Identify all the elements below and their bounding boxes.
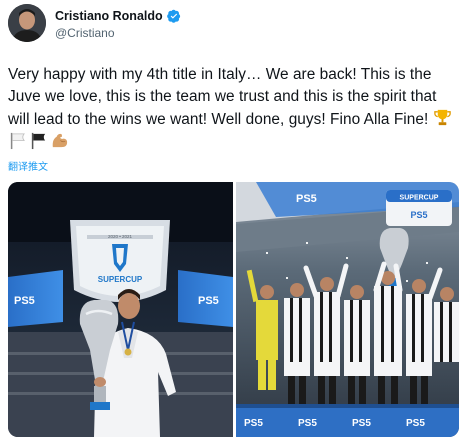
ps5-board-1: PS5 xyxy=(244,418,263,429)
ps5-logo-right: PS5 xyxy=(198,295,219,307)
right-board-supercup: SUPERCUP xyxy=(400,195,439,202)
avatar-icon xyxy=(8,4,46,42)
trophy-icon xyxy=(433,109,451,126)
author-handle[interactable]: @Cristiano xyxy=(55,26,115,40)
tweet-text: Very happy with my 4th title in Italy… W… xyxy=(8,64,460,154)
tweet-photo-ronaldo-trophy[interactable]: 2020 • 2021 SUPERCUP PS5 PS5 xyxy=(8,182,233,437)
board-supercup: SUPERCUP xyxy=(98,275,143,284)
photo-ronaldo-trophy: 2020 • 2021 SUPERCUP PS5 PS5 xyxy=(8,182,233,437)
white-flag-icon xyxy=(10,132,25,150)
ps5-banner-top: PS5 xyxy=(296,193,317,205)
ps5-board-3: PS5 xyxy=(352,418,371,429)
tweet-photo-team-celebration[interactable]: PS5 SUPERCUP PS5 PS5 PS5 PS5 PS5 xyxy=(236,182,459,437)
right-board-ps5: PS5 xyxy=(410,210,427,220)
board-year: 2020 • 2021 xyxy=(108,234,133,239)
black-flag-icon xyxy=(31,132,46,150)
author-name-text[interactable]: Cristiano Ronaldo xyxy=(55,9,163,23)
ps5-board-4: PS5 xyxy=(406,418,425,429)
translate-tweet-link[interactable]: 翻译推文 xyxy=(8,158,48,173)
author-name[interactable]: Cristiano Ronaldo xyxy=(55,9,181,23)
photo-team-celebration: PS5 SUPERCUP PS5 PS5 PS5 PS5 PS5 xyxy=(236,182,459,437)
flexed-biceps-icon xyxy=(52,133,68,148)
ps5-logo-left: PS5 xyxy=(14,295,35,307)
tweet-body: Very happy with my 4th title in Italy… W… xyxy=(8,66,437,128)
profile-avatar[interactable] xyxy=(8,4,46,42)
ps5-board-2: PS5 xyxy=(298,418,317,429)
verified-badge-icon xyxy=(166,9,180,23)
